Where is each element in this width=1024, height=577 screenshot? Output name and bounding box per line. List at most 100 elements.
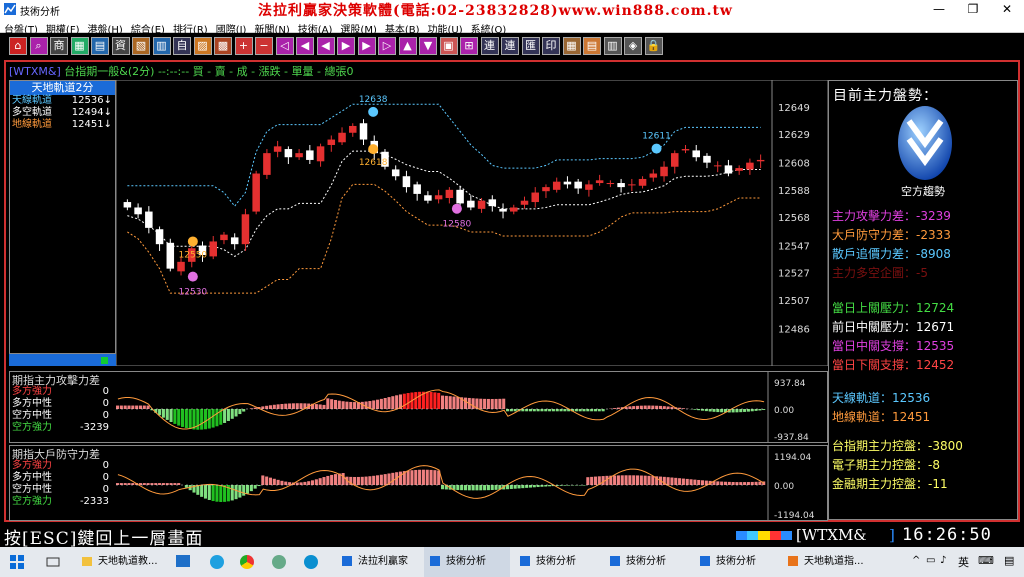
taskbar-item-analysis-2[interactable]: 技術分析 bbox=[514, 547, 600, 577]
attack-diff-chart[interactable]: 937.84 0.00 -937.84 bbox=[116, 372, 827, 442]
toolbar-button-18[interactable]: ▷ bbox=[378, 37, 396, 55]
metric-label: 當日中關支撐： bbox=[832, 339, 917, 353]
scroll-thumb[interactable] bbox=[101, 357, 108, 364]
force-bar bbox=[188, 409, 192, 429]
edge-icon[interactable] bbox=[304, 555, 318, 569]
toolbar-button-19[interactable]: ▲ bbox=[398, 37, 417, 55]
force-bar bbox=[337, 400, 341, 409]
toolbar-button-0[interactable]: ⌂ bbox=[9, 37, 27, 55]
toolbar-button-28[interactable]: ▤ bbox=[583, 37, 601, 55]
toolbar-button-17[interactable]: ▶ bbox=[357, 37, 376, 55]
force-bar bbox=[632, 406, 636, 409]
tray-chevron-icon[interactable]: ^ bbox=[912, 555, 920, 566]
minimize-button[interactable]: — bbox=[922, 0, 956, 18]
network-icon[interactable]: ▭ bbox=[926, 555, 935, 566]
legend-row: 多空軌道 12494↓ bbox=[10, 107, 115, 119]
legend-label: 多空軌道 bbox=[12, 107, 52, 118]
y-tick-label: 12507 bbox=[778, 296, 810, 307]
toolbar-button-12[interactable]: − bbox=[255, 37, 273, 55]
taskbar-item-analysis-1[interactable]: 技術分析 bbox=[424, 547, 510, 577]
candle-body bbox=[145, 211, 153, 228]
force-bar bbox=[318, 404, 322, 409]
taskbar-item-analysis-3[interactable]: 技術分析 bbox=[604, 547, 690, 577]
force-bar bbox=[735, 482, 739, 485]
signal-marker bbox=[368, 144, 379, 155]
toolbar-button-30[interactable]: ◈ bbox=[624, 37, 642, 55]
toolbar-button-7[interactable]: ▥ bbox=[152, 37, 171, 55]
candle-body bbox=[327, 139, 336, 145]
taskbar-item-pdf[interactable]: 天地軌道指... bbox=[784, 547, 874, 577]
volume-icon[interactable]: ♪ bbox=[940, 555, 946, 566]
candle-body bbox=[510, 207, 518, 212]
legend-title[interactable]: 天地軌道2分 bbox=[10, 81, 115, 95]
force-bar bbox=[716, 409, 720, 413]
toolbar-button-1[interactable]: ⌕ bbox=[29, 37, 48, 55]
toolbar-button-5[interactable]: 資 bbox=[111, 37, 130, 55]
toolbar-button-3[interactable]: ▦ bbox=[70, 37, 89, 55]
task-view-icon[interactable] bbox=[46, 555, 60, 569]
candle-body bbox=[585, 184, 593, 190]
force-bar bbox=[268, 405, 272, 409]
force-label: 多方中性 bbox=[12, 472, 52, 483]
scroll-strip[interactable] bbox=[9, 354, 116, 366]
chrome-icon[interactable] bbox=[240, 555, 254, 569]
force-value: 0 bbox=[102, 398, 109, 409]
defense-diff-chart[interactable]: 1194.04 0.00 -1194.04 bbox=[116, 446, 827, 520]
keyboard-icon[interactable]: ⌨ bbox=[978, 554, 994, 567]
force-bar bbox=[590, 409, 594, 412]
toolbar-button-20[interactable]: ▼ bbox=[419, 37, 437, 55]
force-bar bbox=[161, 409, 165, 418]
toolbar-button-21[interactable]: ▣ bbox=[439, 37, 458, 55]
y-tick-label: 12568 bbox=[778, 213, 810, 224]
force-bar bbox=[215, 409, 219, 427]
force-bar bbox=[353, 402, 357, 409]
force-bar bbox=[655, 405, 659, 409]
force-bar bbox=[234, 485, 238, 500]
taskbar-item-ferrari[interactable]: 法拉利贏家 bbox=[340, 547, 420, 577]
toolbar-button-9[interactable]: ▨ bbox=[193, 37, 212, 55]
close-button[interactable]: ✕ bbox=[990, 0, 1024, 18]
toolbar-button-26[interactable]: 印 bbox=[542, 37, 560, 55]
toolbar-button-27[interactable]: ▦ bbox=[562, 37, 581, 55]
toolbar-button-8[interactable]: 自 bbox=[173, 37, 191, 55]
force-bar bbox=[582, 409, 586, 412]
force-bar bbox=[414, 469, 418, 485]
toolbar-button-31[interactable]: 🔒 bbox=[644, 37, 663, 55]
toolbar-button-13[interactable]: ◁ bbox=[275, 37, 294, 55]
force-bar bbox=[299, 482, 303, 485]
price-chart[interactable]: 12649 12629 12608 12588 12568 12547 12527 12507… bbox=[116, 80, 828, 366]
toolbar-button-6[interactable]: ▧ bbox=[132, 37, 150, 55]
force-bar bbox=[383, 474, 387, 485]
windows-start-icon[interactable] bbox=[10, 555, 24, 569]
force-row: 空方強力 -2333 bbox=[10, 496, 115, 508]
force-bar bbox=[303, 481, 307, 485]
toolbar-button-23[interactable]: 連 bbox=[480, 37, 499, 55]
toolbar-button-2[interactable]: 商 bbox=[50, 37, 68, 55]
toolbar-button-22[interactable]: ⊞ bbox=[460, 37, 478, 55]
notification-icon[interactable]: ▤ bbox=[1004, 554, 1014, 567]
force-value: 0 bbox=[102, 472, 109, 483]
ime-indicator[interactable]: 英 bbox=[958, 554, 969, 570]
candle-body bbox=[520, 200, 529, 205]
toolbar-button-24[interactable]: 連 bbox=[501, 37, 519, 55]
toolbar-button-16[interactable]: ▶ bbox=[337, 37, 355, 55]
taskbar-item-analysis-4[interactable]: 技術分析 bbox=[694, 547, 780, 577]
toolbar-button-11[interactable]: + bbox=[234, 37, 253, 55]
desktop-icon[interactable] bbox=[176, 555, 190, 567]
ie-icon[interactable] bbox=[210, 555, 224, 569]
toolbar-button-14[interactable]: ◀ bbox=[296, 37, 314, 55]
candle-body bbox=[488, 199, 497, 207]
toolbar-button-10[interactable]: ▩ bbox=[214, 37, 232, 55]
toolbar-button-29[interactable]: ▥ bbox=[603, 37, 622, 55]
force-label: 空方強力 bbox=[12, 422, 52, 433]
force-bar bbox=[720, 409, 724, 413]
y-tick-label: 937.84 bbox=[774, 379, 806, 389]
force-bar bbox=[387, 397, 391, 409]
taskbar-item-folder[interactable]: 天地軌道教... bbox=[80, 547, 168, 577]
toolbar-button-4[interactable]: ▤ bbox=[91, 37, 109, 55]
restore-button[interactable]: ❐ bbox=[956, 0, 990, 18]
force-row: 多方中性 0 bbox=[10, 398, 115, 410]
app-icon-4[interactable] bbox=[272, 555, 286, 569]
toolbar-button-15[interactable]: ◀ bbox=[316, 37, 335, 55]
toolbar-button-25[interactable]: 匯 bbox=[521, 37, 540, 55]
